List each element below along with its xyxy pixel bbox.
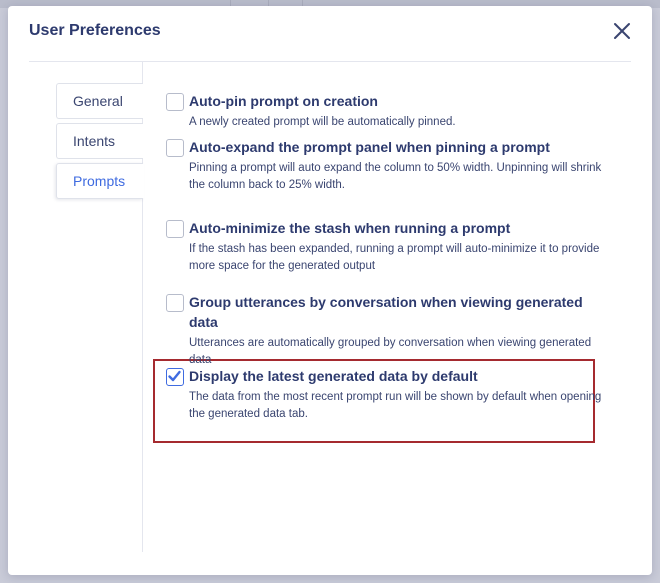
- checkmark-icon: [168, 370, 181, 382]
- header-divider: [29, 61, 631, 62]
- option-auto-minimize: Auto-minimize the stash when running a p…: [166, 215, 606, 289]
- display-latest-checkbox[interactable]: [166, 368, 184, 386]
- auto-pin-checkbox[interactable]: [166, 93, 184, 111]
- option-description: Pinning a prompt will auto expand the co…: [189, 162, 602, 191]
- option-title: Auto-minimize the stash when running a p…: [189, 220, 511, 236]
- option-auto-pin: Auto-pin prompt on creation A newly crea…: [166, 88, 606, 136]
- group-utterances-checkbox[interactable]: [166, 294, 184, 312]
- close-icon: [614, 23, 630, 39]
- option-group-utterances: Group utterances by conversation when vi…: [166, 289, 606, 366]
- dialog-title: User Preferences: [29, 22, 161, 39]
- tab-general[interactable]: General: [56, 83, 143, 119]
- option-title: Auto-expand the prompt panel when pinnin…: [189, 139, 550, 155]
- option-title: Auto-pin prompt on creation: [189, 93, 378, 109]
- close-button[interactable]: [611, 20, 633, 42]
- tab-prompts[interactable]: Prompts: [56, 163, 144, 199]
- auto-minimize-checkbox[interactable]: [166, 220, 184, 238]
- option-description: The data from the most recent prompt run…: [189, 391, 602, 420]
- preferences-nav: General Intents Prompts: [56, 83, 144, 203]
- prompt-options: Auto-pin prompt on creation A newly crea…: [166, 88, 606, 423]
- option-description: If the stash has been expanded, running …: [189, 243, 600, 272]
- tab-intents[interactable]: Intents: [56, 123, 143, 159]
- option-display-latest: Display the latest generated data by def…: [166, 363, 606, 423]
- option-description: A newly created prompt will be automatic…: [189, 116, 456, 128]
- option-auto-expand: Auto-expand the prompt panel when pinnin…: [166, 134, 606, 215]
- option-title: Display the latest generated data by def…: [189, 368, 478, 384]
- auto-expand-checkbox[interactable]: [166, 139, 184, 157]
- user-preferences-dialog: User Preferences General Intents Prompts…: [8, 6, 652, 575]
- option-title: Group utterances by conversation when vi…: [189, 294, 583, 330]
